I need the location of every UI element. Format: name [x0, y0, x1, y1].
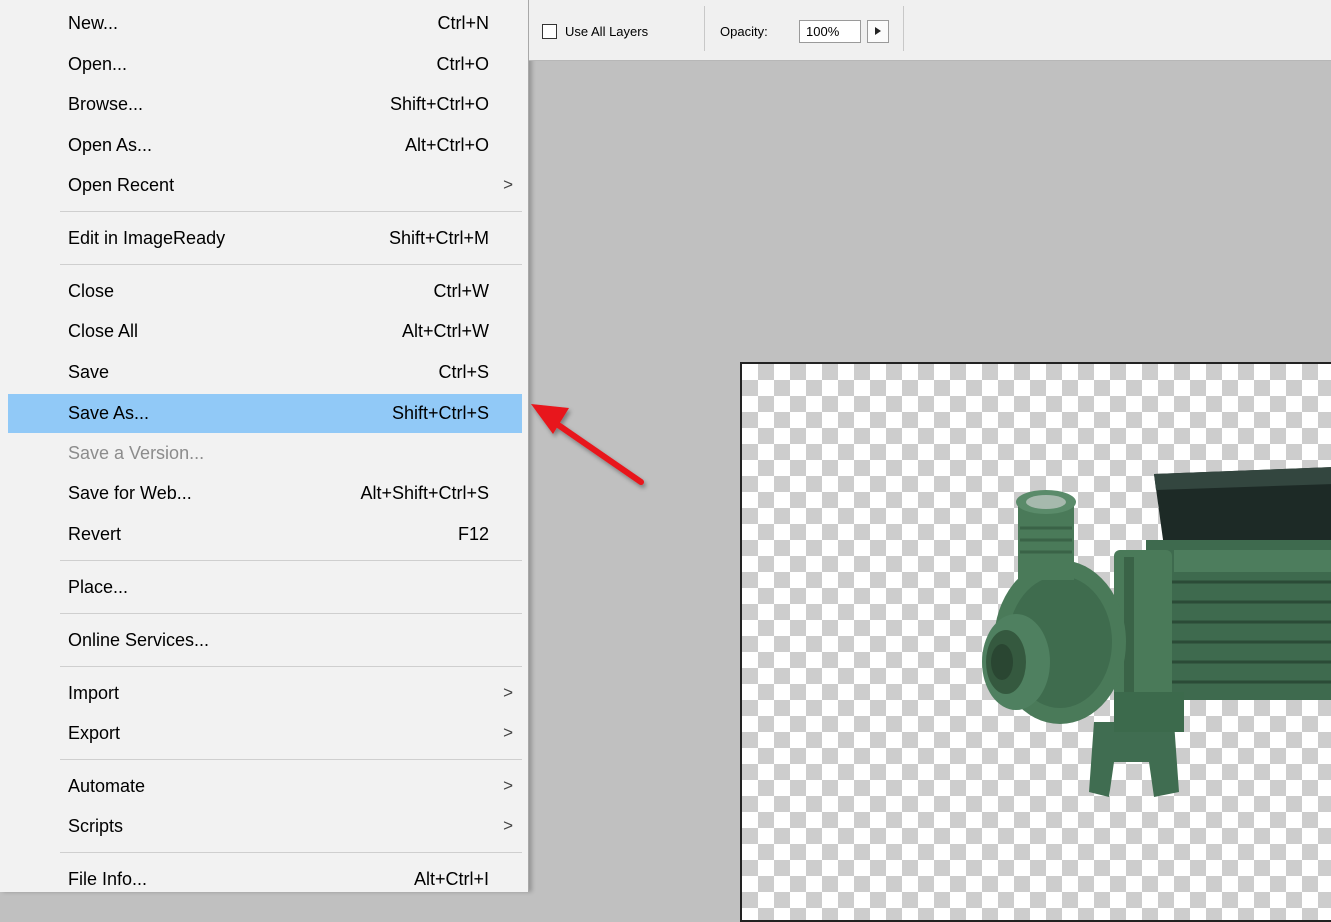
menu-item-label: Save As... [68, 403, 150, 423]
menu-item-shortcut: Alt+Ctrl+W [401, 321, 489, 341]
menu-item-label: Scripts [68, 816, 124, 836]
menu-item-label: Open Recent [68, 175, 175, 195]
menu-item-close[interactable]: Close Ctrl+W [8, 273, 522, 309]
menu-item-save-a-version: Save a Version... [8, 435, 522, 471]
red-arrow-icon [531, 404, 644, 485]
options-bar: Use All Layers Opacity: 100% [529, 0, 1331, 61]
menu-item-label: Revert [68, 524, 122, 544]
menu-item-label: Edit in ImageReady [68, 228, 226, 248]
opacity-input[interactable]: 100% [799, 20, 861, 43]
menu-item-new[interactable]: New... Ctrl+N [8, 5, 522, 41]
menu-item-shortcut: Alt+Ctrl+O [404, 135, 489, 155]
menu-item-label: Close [68, 281, 115, 301]
menu-item-shortcut: Ctrl+W [433, 281, 490, 301]
menu-item-automate[interactable]: Automate > [8, 768, 522, 804]
menu-item-open-recent[interactable]: Open Recent > [8, 167, 522, 203]
menu-item-save[interactable]: Save Ctrl+S [8, 354, 522, 390]
menu-separator [60, 560, 522, 561]
menu-separator [60, 759, 522, 760]
menu-item-label: Save [68, 362, 110, 382]
menu-item-revert[interactable]: Revert F12 [8, 516, 522, 552]
menu-item-label: Place... [68, 577, 129, 597]
menu-item-label: New... [68, 13, 119, 33]
menu-item-shortcut: Shift+Ctrl+M [388, 228, 489, 248]
menu-item-scripts[interactable]: Scripts > [8, 808, 522, 844]
menu-item-save-for-web[interactable]: Save for Web... Alt+Shift+Ctrl+S [8, 475, 522, 511]
menu-item-file-info[interactable]: File Info... Alt+Ctrl+I [8, 861, 522, 892]
options-divider [704, 6, 705, 51]
menu-item-label: Save a Version... [68, 443, 205, 463]
menu-item-label: File Info... [68, 869, 148, 889]
menu-item-edit-in-imageready[interactable]: Edit in ImageReady Shift+Ctrl+M [8, 220, 522, 256]
menu-separator [60, 264, 522, 265]
menu-item-open-as[interactable]: Open As... Alt+Ctrl+O [8, 127, 522, 163]
menu-item-save-as[interactable]: Save As... Shift+Ctrl+S [8, 394, 522, 433]
submenu-arrow-icon: > [503, 723, 513, 742]
menu-item-shortcut: Ctrl+O [436, 54, 489, 74]
submenu-arrow-icon: > [503, 175, 513, 194]
menu-item-shortcut: Alt+Ctrl+I [413, 869, 489, 889]
menu-item-label: Automate [68, 776, 146, 796]
menu-item-shortcut: Shift+Ctrl+S [391, 403, 489, 423]
menu-separator [60, 211, 522, 212]
menu-item-close-all[interactable]: Close All Alt+Ctrl+W [8, 313, 522, 349]
menu-item-online-services[interactable]: Online Services... [8, 622, 522, 658]
menu-item-label: Import [68, 683, 120, 703]
file-menu: New... Ctrl+N Open... Ctrl+O Browse... S… [0, 0, 529, 892]
menu-separator [60, 613, 522, 614]
menu-item-label: Save for Web... [68, 483, 192, 503]
menu-item-label: Online Services... [68, 630, 210, 650]
menu-item-import[interactable]: Import > [8, 675, 522, 711]
menu-item-label: Open As... [68, 135, 153, 155]
menu-item-shortcut: Alt+Shift+Ctrl+S [360, 483, 489, 503]
water-pump-image [982, 467, 1331, 797]
menu-item-label: Open... [68, 54, 128, 74]
submenu-arrow-icon: > [503, 683, 513, 702]
menu-item-label: Close All [68, 321, 139, 341]
menu-item-label: Export [68, 723, 121, 743]
document-canvas[interactable] [740, 362, 1331, 922]
options-divider [903, 6, 904, 51]
opacity-label: Opacity: [720, 24, 768, 39]
submenu-arrow-icon: > [503, 816, 513, 835]
menu-item-export[interactable]: Export > [8, 715, 522, 751]
use-all-layers-checkbox[interactable] [542, 24, 557, 39]
menu-item-shortcut: Ctrl+S [438, 362, 489, 382]
submenu-arrow-icon: > [503, 776, 513, 795]
menu-item-shortcut: Shift+Ctrl+O [389, 94, 489, 114]
menu-item-browse[interactable]: Browse... Shift+Ctrl+O [8, 86, 522, 122]
menu-item-open[interactable]: Open... Ctrl+O [8, 46, 522, 82]
menu-item-place[interactable]: Place... [8, 569, 522, 605]
menu-item-label: Browse... [68, 94, 144, 114]
menu-separator [60, 666, 522, 667]
use-all-layers-label: Use All Layers [565, 24, 649, 39]
menu-item-shortcut: F12 [457, 524, 489, 544]
menu-item-shortcut: Ctrl+N [437, 13, 489, 33]
menu-separator [60, 852, 522, 853]
opacity-flyout-arrow-icon[interactable] [867, 20, 889, 43]
